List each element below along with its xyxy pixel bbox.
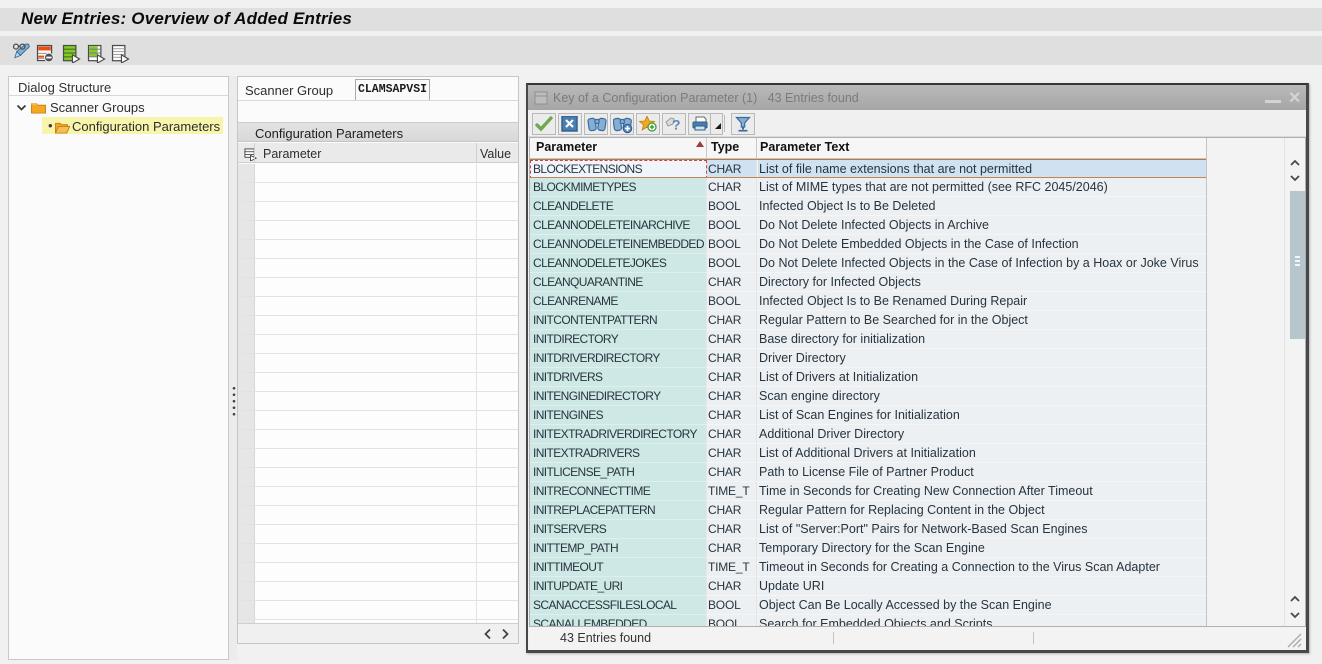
svg-text:?: ? [672, 117, 681, 133]
